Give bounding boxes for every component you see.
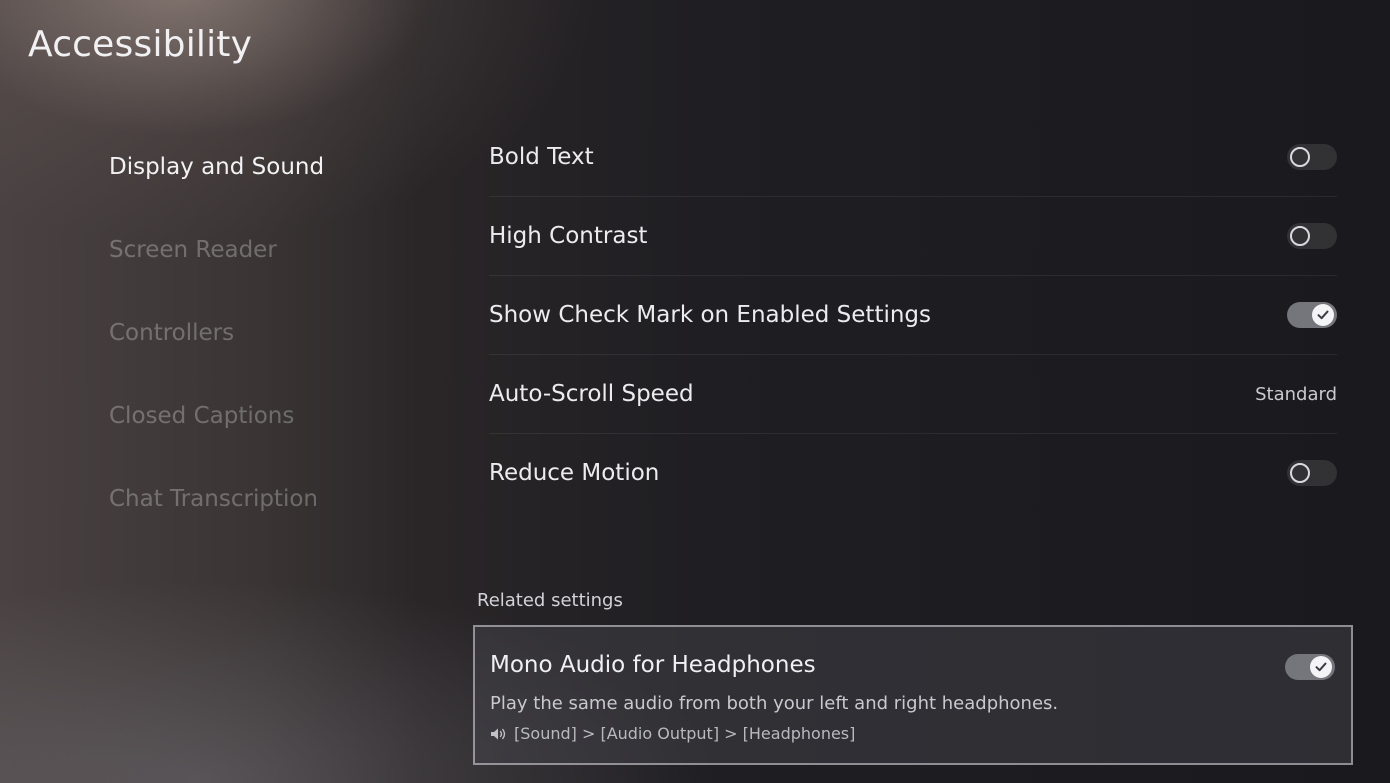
related-settings-heading: Related settings [477, 590, 623, 611]
auto-scroll-speed-value: Standard [1255, 383, 1337, 405]
sidebar-item-controllers[interactable]: Controllers [109, 291, 429, 374]
toggle-knob [1290, 463, 1310, 483]
setting-label: High Contrast [489, 223, 648, 249]
sidebar-item-screen-reader[interactable]: Screen Reader [109, 208, 429, 291]
settings-path: [Sound] > [Audio Output] > [Headphones] [490, 724, 855, 743]
toggle-knob [1310, 656, 1332, 678]
settings-path-text: [Sound] > [Audio Output] > [Headphones] [514, 724, 856, 743]
speaker-icon [490, 727, 508, 741]
sidebar-item-closed-captions[interactable]: Closed Captions [109, 374, 429, 457]
show-check-mark-toggle[interactable] [1287, 302, 1337, 328]
setting-label: Auto-Scroll Speed [489, 381, 694, 407]
sidebar-item-display-and-sound[interactable]: Display and Sound [109, 125, 429, 208]
page-title: Accessibility [28, 24, 253, 65]
setting-row-bold-text[interactable]: Bold Text [489, 118, 1337, 197]
reduce-motion-toggle[interactable] [1287, 460, 1337, 486]
check-icon [1317, 310, 1329, 320]
toggle-knob [1290, 226, 1310, 246]
setting-row-reduce-motion[interactable]: Reduce Motion [489, 434, 1337, 512]
sidebar: Display and Sound Screen Reader Controll… [109, 125, 429, 540]
sidebar-item-chat-transcription[interactable]: Chat Transcription [109, 457, 429, 540]
setting-row-auto-scroll-speed[interactable]: Auto-Scroll Speed Standard [489, 355, 1337, 434]
setting-label: Bold Text [489, 144, 594, 170]
setting-row-high-contrast[interactable]: High Contrast [489, 197, 1337, 276]
check-icon [1315, 662, 1327, 672]
setting-row-show-check-mark[interactable]: Show Check Mark on Enabled Settings [489, 276, 1337, 355]
toggle-knob [1290, 147, 1310, 167]
bold-text-toggle[interactable] [1287, 144, 1337, 170]
high-contrast-toggle[interactable] [1287, 223, 1337, 249]
mono-audio-title: Mono Audio for Headphones [490, 652, 816, 678]
mono-audio-description: Play the same audio from both your left … [490, 693, 1059, 714]
settings-list: Bold Text High Contrast Show Check Mark … [489, 118, 1337, 512]
related-setting-mono-audio[interactable]: Mono Audio for Headphones Play the same … [473, 625, 1353, 765]
mono-audio-toggle[interactable] [1285, 654, 1335, 680]
setting-label: Show Check Mark on Enabled Settings [489, 302, 932, 328]
toggle-knob [1312, 304, 1334, 326]
setting-label: Reduce Motion [489, 460, 660, 486]
